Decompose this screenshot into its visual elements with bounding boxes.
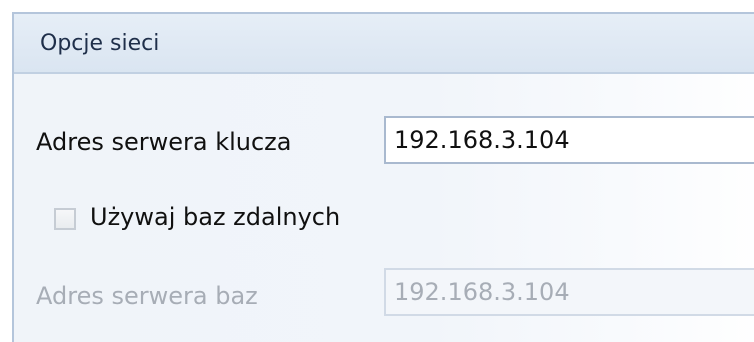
use-remote-databases-checkbox[interactable] bbox=[54, 208, 76, 230]
panel-title: Opcje sieci bbox=[40, 31, 160, 56]
database-server-address-input bbox=[384, 268, 754, 316]
database-server-address-label: Adres serwera baz bbox=[36, 282, 258, 310]
key-server-address-label: Adres serwera klucza bbox=[36, 128, 292, 156]
use-remote-databases-label[interactable]: Używaj baz zdalnych bbox=[90, 203, 340, 231]
panel-header: Opcje sieci bbox=[14, 14, 754, 74]
key-server-address-input[interactable] bbox=[384, 116, 754, 164]
